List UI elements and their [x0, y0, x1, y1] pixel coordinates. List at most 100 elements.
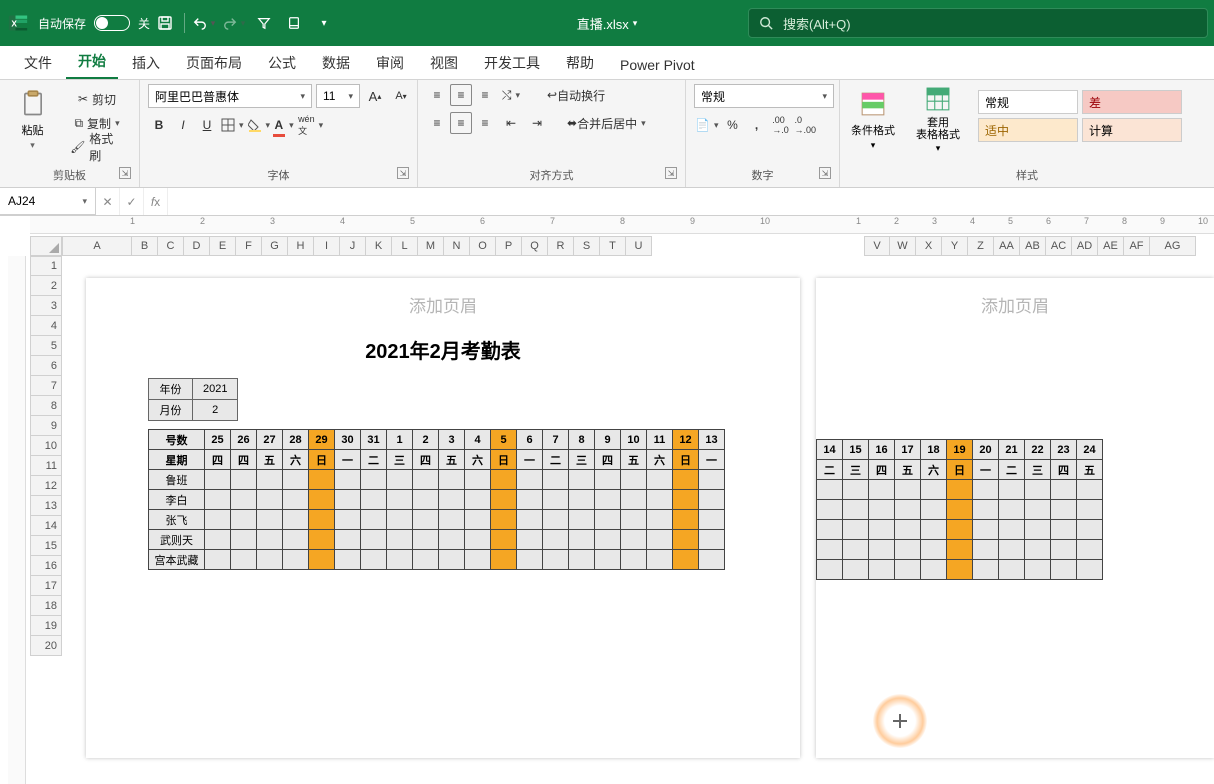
row-header[interactable]: 4 — [30, 316, 62, 336]
increase-decimal-icon[interactable]: .00→.0 — [769, 114, 791, 136]
fill-color-button[interactable] — [247, 114, 272, 136]
menu-tab-9[interactable]: 帮助 — [554, 47, 606, 79]
italic-button[interactable]: I — [172, 114, 194, 136]
font-name-select[interactable]: 阿里巴巴普惠体 — [148, 84, 312, 108]
decrease-indent-icon[interactable]: ⇤ — [500, 112, 522, 134]
row-header[interactable]: 8 — [30, 396, 62, 416]
add-header-placeholder-2[interactable]: 添加页眉 — [816, 278, 1214, 331]
col-header[interactable]: Z — [968, 236, 994, 256]
col-header[interactable]: K — [366, 236, 392, 256]
col-header[interactable]: N — [444, 236, 470, 256]
font-size-select[interactable]: 11 — [316, 84, 360, 108]
menu-tab-2[interactable]: 插入 — [120, 47, 172, 79]
decrease-font-icon[interactable]: A▾ — [390, 85, 412, 107]
menu-tab-6[interactable]: 审阅 — [364, 47, 416, 79]
number-format-select[interactable]: 常规 — [694, 84, 834, 108]
col-header[interactable]: L — [392, 236, 418, 256]
increase-font-icon[interactable]: A▴ — [364, 85, 386, 107]
row-header[interactable]: 1 — [30, 256, 62, 276]
row-header[interactable]: 13 — [30, 496, 62, 516]
qat-customize-icon[interactable]: ▾ — [311, 10, 337, 36]
cell-style-normal[interactable]: 常规 — [978, 90, 1078, 114]
cell-style-calc[interactable]: 计算 — [1082, 118, 1182, 142]
font-dialog-icon[interactable]: ⇲ — [397, 167, 409, 179]
paste-button[interactable]: 粘贴▾ — [8, 84, 57, 154]
col-header[interactable]: M — [418, 236, 444, 256]
col-header[interactable]: AG — [1150, 236, 1196, 256]
col-header[interactable]: AE — [1098, 236, 1124, 256]
autosave-control[interactable]: 自动保存 关 — [38, 15, 150, 32]
col-header[interactable]: H — [288, 236, 314, 256]
col-header[interactable]: AF — [1124, 236, 1150, 256]
accounting-format-icon[interactable]: 📄 — [694, 114, 719, 136]
underline-button[interactable]: U — [196, 114, 218, 136]
menu-tab-4[interactable]: 公式 — [256, 47, 308, 79]
orientation-icon[interactable]: ⤭ — [500, 84, 522, 106]
redo-button[interactable] — [221, 10, 247, 36]
column-headers-right[interactable]: VWXYZAAABACADAEAFAG — [864, 236, 1196, 256]
col-header[interactable]: I — [314, 236, 340, 256]
align-right-icon[interactable]: ≡ — [474, 112, 496, 134]
align-middle-icon[interactable]: ≡ — [450, 84, 472, 106]
comma-format-icon[interactable]: , — [745, 114, 767, 136]
menu-tab-10[interactable]: Power Pivot — [608, 51, 707, 79]
row-header[interactable]: 10 — [30, 436, 62, 456]
select-all-corner[interactable] — [30, 236, 62, 256]
col-header[interactable]: AC — [1046, 236, 1072, 256]
cell-style-bad[interactable]: 差 — [1082, 90, 1182, 114]
cut-button[interactable]: ✂剪切 — [63, 88, 131, 110]
add-header-placeholder[interactable]: 添加页眉 — [86, 278, 800, 331]
confirm-edit-icon[interactable]: ✓ — [120, 188, 144, 215]
search-box[interactable]: 搜索(Alt+Q) — [748, 8, 1208, 38]
undo-button[interactable] — [191, 10, 217, 36]
col-header[interactable]: S — [574, 236, 600, 256]
increase-indent-icon[interactable]: ⇥ — [526, 112, 548, 134]
col-header[interactable]: Q — [522, 236, 548, 256]
col-header[interactable]: Y — [942, 236, 968, 256]
merge-center-button[interactable]: ⬌ 合并后居中 — [560, 112, 653, 134]
bold-button[interactable]: B — [148, 114, 170, 136]
alignment-dialog-icon[interactable]: ⇲ — [665, 167, 677, 179]
row-headers[interactable]: 1234567891011121314151617181920 — [30, 256, 62, 656]
col-header[interactable]: O — [470, 236, 496, 256]
align-top-icon[interactable]: ≡ — [426, 84, 448, 106]
wrap-text-button[interactable]: ↩ 自动换行 — [540, 84, 612, 106]
font-color-button[interactable]: A — [273, 114, 295, 136]
worksheet-area[interactable]: 1122334455667788991010 ABCDEFGHIJKLMNOPQ… — [0, 216, 1214, 784]
col-header[interactable]: AB — [1020, 236, 1046, 256]
menu-tab-1[interactable]: 开始 — [66, 45, 118, 79]
row-header[interactable]: 18 — [30, 596, 62, 616]
menu-tab-7[interactable]: 视图 — [418, 47, 470, 79]
col-header[interactable]: R — [548, 236, 574, 256]
autosave-toggle[interactable] — [94, 15, 130, 31]
border-button[interactable] — [220, 114, 245, 136]
row-header[interactable]: 11 — [30, 456, 62, 476]
row-header[interactable]: 12 — [30, 476, 62, 496]
attendance-table-right[interactable]: 1415161718192021222324二三四五六日一二三四五 — [816, 439, 1103, 580]
col-header[interactable]: AA — [994, 236, 1020, 256]
decrease-decimal-icon[interactable]: .0→.00 — [793, 114, 817, 136]
row-header[interactable]: 5 — [30, 336, 62, 356]
col-header[interactable]: J — [340, 236, 366, 256]
clipboard-dialog-icon[interactable]: ⇲ — [119, 167, 131, 179]
row-header[interactable]: 20 — [30, 636, 62, 656]
col-header[interactable]: U — [626, 236, 652, 256]
cancel-edit-icon[interactable]: ✕ — [96, 188, 120, 215]
menu-tab-5[interactable]: 数据 — [310, 47, 362, 79]
col-header[interactable]: V — [864, 236, 890, 256]
menu-tab-8[interactable]: 开发工具 — [472, 47, 552, 79]
col-header[interactable]: D — [184, 236, 210, 256]
col-header[interactable]: P — [496, 236, 522, 256]
col-header[interactable]: W — [890, 236, 916, 256]
format-painter-button[interactable]: 🖌格式刷 — [63, 136, 131, 158]
col-header[interactable]: A — [62, 236, 132, 256]
number-dialog-icon[interactable]: ⇲ — [819, 167, 831, 179]
phonetic-button[interactable]: wén文 — [297, 114, 324, 136]
percent-format-icon[interactable]: % — [721, 114, 743, 136]
conditional-format-button[interactable]: 条件格式▾ — [848, 84, 898, 154]
row-header[interactable]: 9 — [30, 416, 62, 436]
align-left-icon[interactable]: ≡ — [426, 112, 448, 134]
cell-style-good[interactable]: 适中 — [978, 118, 1078, 142]
touch-mode-icon[interactable] — [281, 10, 307, 36]
column-headers[interactable]: ABCDEFGHIJKLMNOPQRSTU — [62, 236, 652, 256]
